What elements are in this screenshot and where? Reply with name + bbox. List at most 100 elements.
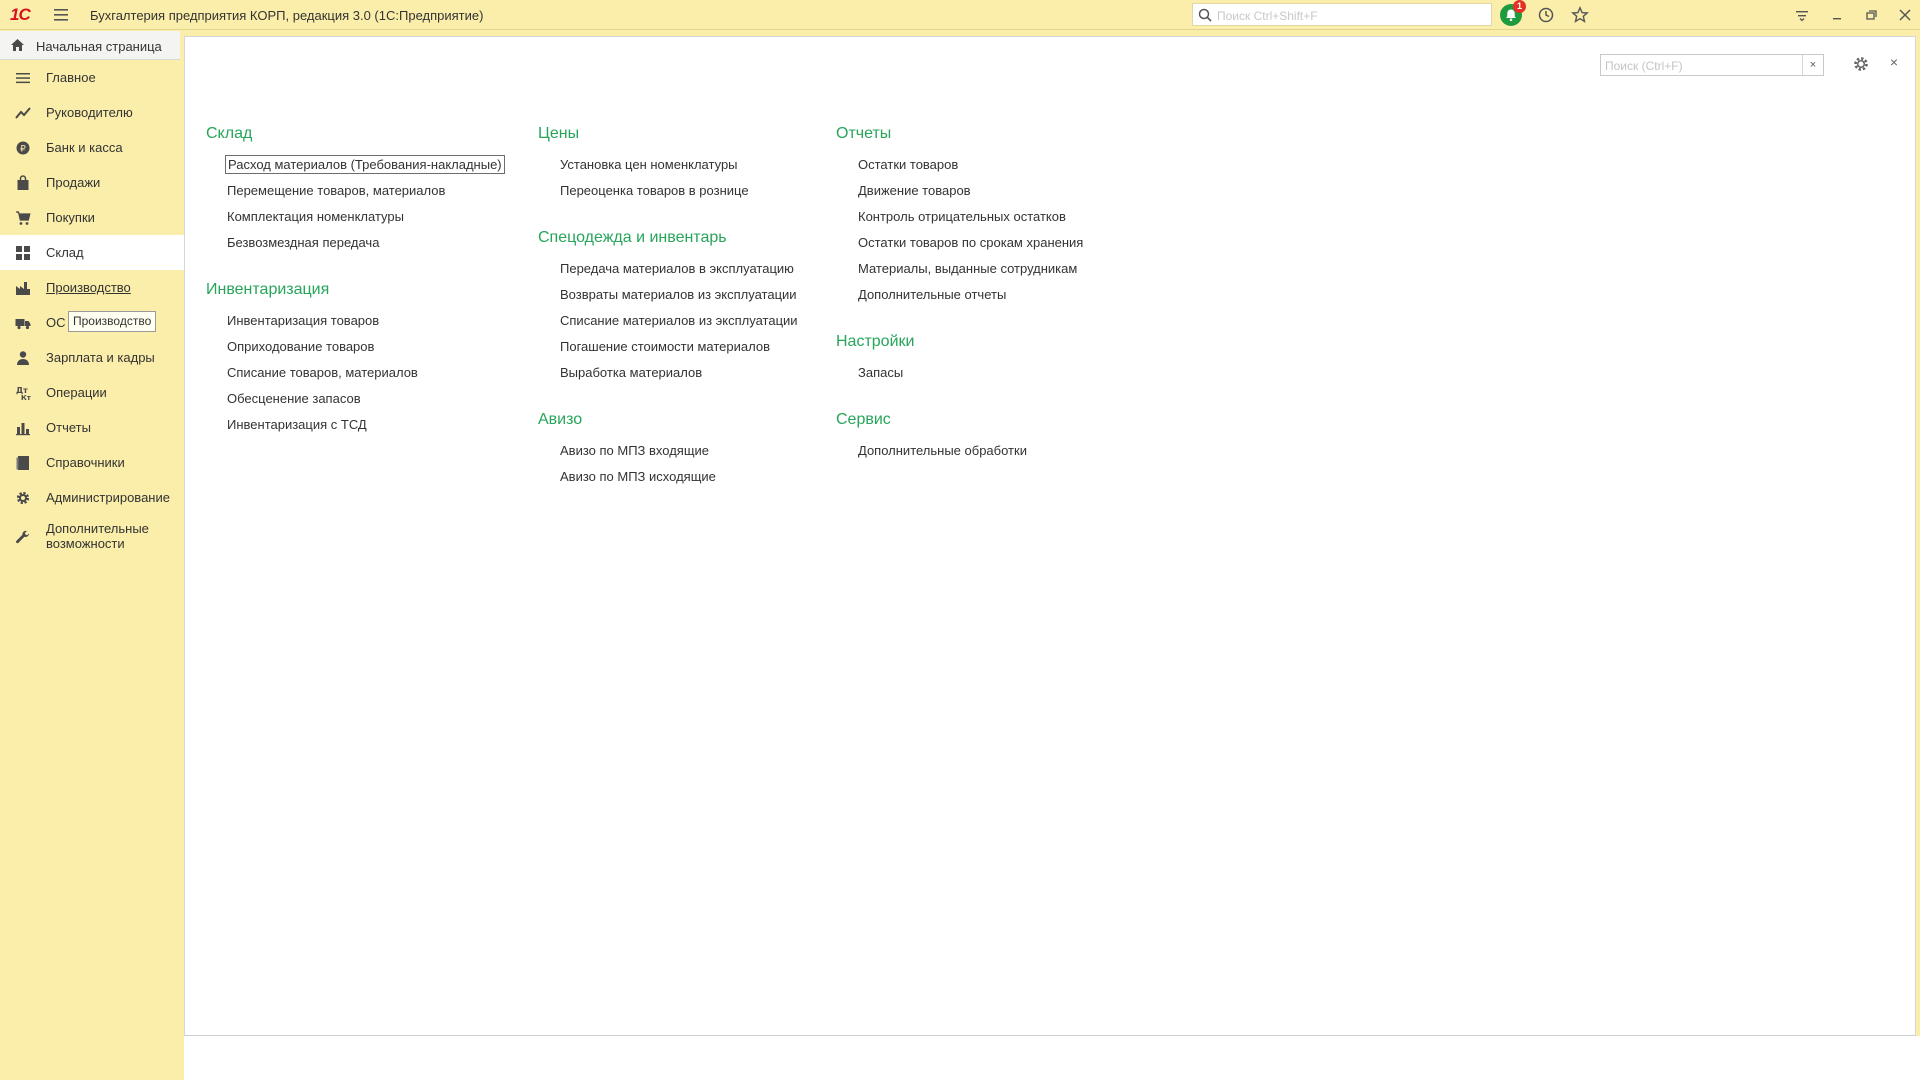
factory-icon	[15, 280, 31, 296]
link-aviso-incoming[interactable]: Авизо по МПЗ входящие	[560, 443, 709, 458]
sidebar-item-label: Главное	[46, 70, 96, 85]
global-search-input[interactable]	[1215, 6, 1489, 25]
section-title-reports: Отчеты	[836, 125, 892, 142]
sidebar-item-label: Операции	[46, 385, 107, 400]
sidebar-item-director[interactable]: Руководителю	[0, 95, 184, 130]
title-bar: 1С Бухгалтерия предприятия КОРП, редакци…	[0, 0, 1920, 30]
sidebar-item-label: Зарплата и кадры	[46, 350, 155, 365]
svg-text:Кт: Кт	[21, 394, 31, 401]
link-stock-balances[interactable]: Остатки товаров	[858, 157, 958, 172]
status-area	[184, 1036, 1920, 1080]
book-icon	[15, 455, 31, 471]
sidebar-item-operations[interactable]: Дт Кт Операции	[0, 375, 184, 410]
sidebar-item-label: Дополнительные возможности	[46, 521, 149, 551]
link-materials-consumption[interactable]: Расход материалов (Требования-накладные)	[225, 155, 505, 174]
notification-count-badge: 1	[1513, 0, 1526, 13]
trend-chart-icon	[15, 105, 31, 121]
favorites-star-icon[interactable]	[1571, 6, 1589, 24]
close-panel-button[interactable]: ×	[1885, 53, 1903, 71]
panel-search-input[interactable]	[1603, 56, 1797, 76]
window-title: Бухгалтерия предприятия КОРП, редакция 3…	[90, 8, 484, 23]
close-window-icon[interactable]	[1896, 6, 1914, 24]
link-goods-transfer[interactable]: Перемещение товаров, материалов	[227, 183, 445, 198]
link-materials-writeoff[interactable]: Списание материалов из эксплуатации	[560, 313, 798, 328]
section-title-prices: Цены	[538, 125, 580, 142]
sidebar-item-label: Склад	[46, 245, 84, 260]
section-title-service: Сервис	[836, 411, 891, 428]
link-materials-issued[interactable]: Материалы, выданные сотрудникам	[858, 261, 1077, 276]
sidebar-item-purchases[interactable]: Покупки	[0, 200, 184, 235]
operations-icon: Дт Кт	[15, 385, 31, 401]
sidebar-item-warehouse[interactable]: Склад	[0, 235, 184, 270]
sidebar-item-extra-features[interactable]: Дополнительные возможности	[0, 515, 184, 560]
link-cost-repayment[interactable]: Погашение стоимости материалов	[560, 339, 770, 354]
wrench-icon	[15, 530, 31, 546]
link-retail-revaluation[interactable]: Переоценка товаров в рознице	[560, 183, 749, 198]
shopping-cart-icon	[15, 210, 31, 226]
sidebar-item-main[interactable]: Главное	[0, 60, 184, 95]
link-balances-by-shelf-life[interactable]: Остатки товаров по срокам хранения	[858, 235, 1083, 250]
link-stock-impairment[interactable]: Обесценение запасов	[227, 391, 361, 406]
search-icon	[1198, 8, 1212, 22]
link-kitting[interactable]: Комплектация номенклатуры	[227, 209, 404, 224]
link-set-prices[interactable]: Установка цен номенклатуры	[560, 157, 738, 172]
sidebar-item-label: Справочники	[46, 455, 125, 470]
sidebar-item-label: Покупки	[46, 210, 95, 225]
sidebar-item-production[interactable]: Производство	[0, 270, 184, 305]
link-stocks-settings[interactable]: Запасы	[858, 365, 903, 380]
home-page-tab[interactable]: Начальная страница	[0, 31, 180, 60]
sidebar-item-label: Производство	[46, 280, 131, 295]
sections-sidebar: Главное Руководителю ₽ Банк и касса Прод…	[0, 60, 184, 1080]
link-materials-returns[interactable]: Возвраты материалов из эксплуатации	[560, 287, 797, 302]
link-goods-writeoff[interactable]: Списание товаров, материалов	[227, 365, 418, 380]
link-free-transfer[interactable]: Безвозмездная передача	[227, 235, 379, 250]
link-goods-inventory[interactable]: Инвентаризация товаров	[227, 313, 379, 328]
history-icon[interactable]	[1537, 6, 1555, 24]
sidebar-item-bank[interactable]: ₽ Банк и касса	[0, 130, 184, 165]
clear-search-button[interactable]: ×	[1802, 55, 1823, 75]
link-additional-reports[interactable]: Дополнительные отчеты	[858, 287, 1006, 302]
panel-search-field[interactable]: ×	[1600, 54, 1824, 76]
home-icon	[10, 38, 25, 55]
hamburger-menu-icon[interactable]	[52, 7, 70, 23]
section-title-workwear: Спецодежда и инвентарь	[538, 229, 727, 246]
global-search-field[interactable]	[1192, 3, 1492, 26]
bar-chart-icon	[15, 420, 31, 436]
link-materials-to-operation[interactable]: Передача материалов в эксплуатацию	[560, 261, 794, 276]
sidebar-item-administration[interactable]: Администрирование	[0, 480, 184, 515]
link-goods-receipt[interactable]: Оприходование товаров	[227, 339, 374, 354]
section-title-settings: Настройки	[836, 333, 915, 350]
production-tooltip: Производство	[68, 311, 157, 332]
warehouse-grid-icon	[15, 245, 31, 261]
section-title-warehouse: Склад	[206, 125, 253, 142]
svg-text:₽: ₽	[20, 145, 26, 155]
sidebar-item-label: Отчеты	[46, 420, 91, 435]
truck-icon	[15, 315, 31, 331]
panel-settings-gear-icon[interactable]	[1852, 55, 1870, 73]
sidebar-item-label: ОС	[46, 315, 66, 330]
sidebar-item-directories[interactable]: Справочники	[0, 445, 184, 480]
sidebar-item-label: Банк и касса	[46, 140, 123, 155]
section-title-inventory: Инвентаризация	[206, 281, 330, 298]
gear-icon	[15, 490, 31, 506]
link-additional-processing[interactable]: Дополнительные обработки	[858, 443, 1027, 458]
sidebar-item-label: Продажи	[46, 175, 101, 190]
shopping-bag-icon	[15, 175, 31, 191]
link-negative-balances[interactable]: Контроль отрицательных остатков	[858, 209, 1066, 224]
sidebar-item-sales[interactable]: Продажи	[0, 165, 184, 200]
home-tab-label: Начальная страница	[36, 39, 162, 54]
person-icon	[15, 350, 31, 366]
link-goods-movement[interactable]: Движение товаров	[858, 183, 971, 198]
link-materials-output[interactable]: Выработка материалов	[560, 365, 702, 380]
app-logo: 1С	[10, 5, 31, 24]
link-aviso-outgoing[interactable]: Авизо по МПЗ исходящие	[560, 469, 716, 484]
sidebar-item-label: Администрирование	[46, 490, 170, 505]
window-settings-icon[interactable]	[1793, 6, 1811, 24]
minimize-icon[interactable]	[1828, 6, 1846, 24]
restore-window-icon[interactable]	[1862, 6, 1880, 24]
sidebar-item-salary[interactable]: Зарплата и кадры	[0, 340, 184, 375]
menu-lines-icon	[15, 70, 31, 86]
coin-icon: ₽	[15, 140, 31, 156]
sidebar-item-reports[interactable]: Отчеты	[0, 410, 184, 445]
link-inventory-tsd[interactable]: Инвентаризация с ТСД	[227, 417, 367, 432]
